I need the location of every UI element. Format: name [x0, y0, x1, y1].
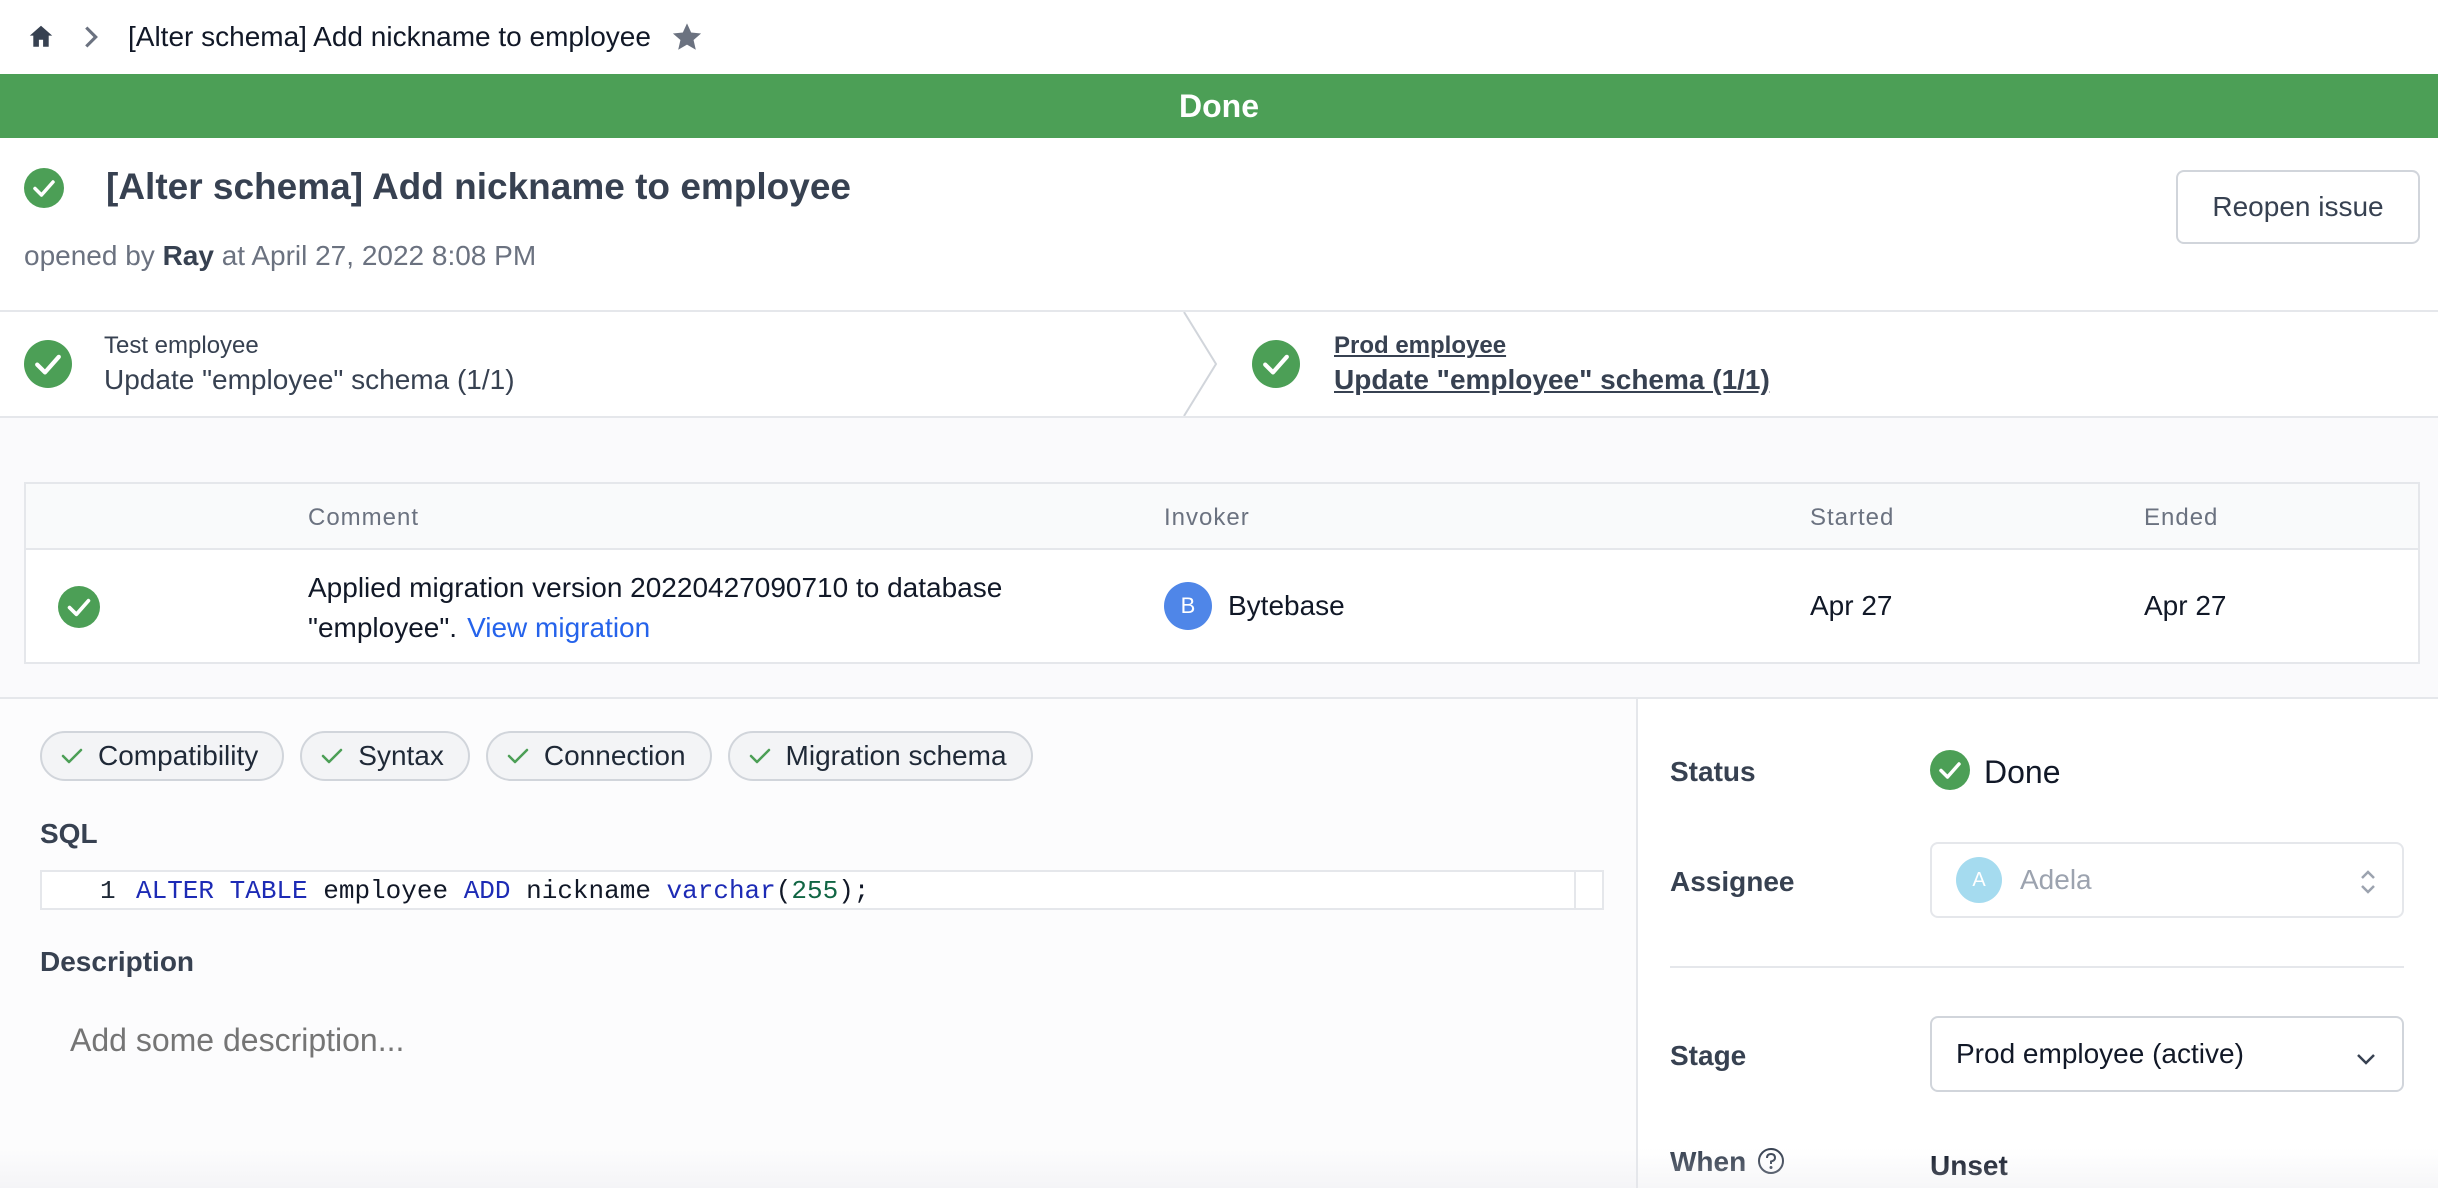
status-label: Status: [1670, 756, 1756, 787]
check-circle-icon: [1930, 750, 1970, 795]
checkmark-icon: [60, 746, 84, 766]
assignee-select[interactable]: A Adela: [1930, 842, 2404, 918]
started-time: Apr 27: [1810, 590, 1893, 621]
check-syntax[interactable]: Syntax: [300, 731, 470, 781]
line-number: 1: [100, 876, 116, 906]
stage-task-desc: Update "employee" schema (1/1): [104, 364, 515, 395]
column-header-comment: Comment: [308, 504, 420, 531]
reopen-issue-button[interactable]: Reopen issue: [2176, 170, 2420, 244]
assignee-label: Assignee: [1670, 866, 1795, 897]
invoker: B Bytebase: [1164, 582, 1345, 630]
opened-prefix: opened by: [24, 240, 155, 271]
status-value: Done: [1930, 750, 2061, 795]
stage-prod-employee[interactable]: Prod employee Update "employee" schema (…: [1252, 312, 2402, 416]
star-icon[interactable]: [669, 19, 705, 55]
sql-statement[interactable]: ALTER TABLE employee ADD nickname varcha…: [136, 876, 869, 906]
column-header-ended: Ended: [2144, 504, 2219, 531]
avatar: B: [1164, 582, 1212, 630]
check-circle-icon: [58, 586, 100, 633]
check-label: Connection: [543, 740, 686, 771]
check-circle-icon: [24, 340, 72, 393]
chevron-down-icon: [2354, 1044, 2378, 1076]
checkmark-icon: [748, 746, 772, 766]
when-label: When: [1670, 1146, 1747, 1177]
check-circle-icon: [1252, 340, 1300, 393]
breadcrumb: [Alter schema] Add nickname to employee: [0, 0, 2438, 74]
assignee-name: Adela: [2020, 864, 2092, 895]
stage-label: Stage: [1670, 1040, 1747, 1071]
stage-task-desc[interactable]: Update "employee" schema (1/1): [1334, 364, 1770, 396]
task-run-comment: Applied migration version 20220427090710…: [308, 568, 1068, 648]
check-connection[interactable]: Connection: [485, 731, 712, 781]
check-compatibility[interactable]: Compatibility: [40, 731, 285, 781]
stage-pipeline: Test employee Update "employee" schema (…: [0, 310, 2438, 418]
column-header-started: Started: [1810, 504, 1895, 531]
table-row: Applied migration version 20220427090710…: [26, 550, 2418, 664]
invoker-name: Bytebase: [1228, 590, 1345, 621]
check-label: Syntax: [358, 740, 444, 771]
stage-test-employee[interactable]: Test employee Update "employee" schema (…: [24, 312, 1174, 416]
checkmark-icon: [320, 746, 344, 766]
help-icon[interactable]: [1756, 1146, 1786, 1181]
issue-author[interactable]: Ray: [163, 240, 214, 271]
sql-label: SQL: [40, 818, 98, 849]
check-migration-schema[interactable]: Migration schema: [727, 731, 1033, 781]
check-label: Migration schema: [785, 740, 1007, 771]
description-input[interactable]: [40, 1000, 1540, 1080]
issue-title[interactable]: [Alter schema] Add nickname to employee: [106, 166, 851, 208]
task-checks: Compatibility Syntax Connection Migratio…: [40, 731, 1033, 781]
view-migration-link[interactable]: View migration: [467, 612, 650, 643]
sidebar-divider: [1670, 966, 2404, 968]
status-text: Done: [1984, 754, 2061, 790]
avatar: A: [1956, 857, 2002, 903]
breadcrumb-issue-title: [Alter schema] Add nickname to employee: [128, 21, 651, 52]
table-header: Comment Invoker Started Ended: [26, 484, 2418, 550]
comment-text: Applied migration version 20220427090710…: [308, 572, 1003, 643]
opened-suffix: at April 27, 2022 8:08 PM: [221, 240, 537, 271]
issue-header: [Alter schema] Add nickname to employee …: [0, 138, 2438, 310]
selector-icon: [2358, 866, 2378, 903]
stage-select-value: Prod employee (active): [1956, 1038, 2244, 1069]
checkmark-icon: [506, 746, 530, 766]
status-banner: Done: [0, 74, 2438, 138]
sql-editor[interactable]: 1 ALTER TABLE employee ADD nickname varc…: [40, 870, 1604, 910]
stage-name: Test employee: [104, 332, 259, 359]
done-check-icon: [24, 168, 64, 213]
editor-scrollbar[interactable]: [1574, 872, 1602, 908]
column-header-invoker: Invoker: [1164, 504, 1250, 531]
description-label: Description: [40, 946, 195, 977]
ended-time: Apr 27: [2144, 590, 2227, 621]
issue-meta: opened by Ray at April 27, 2022 8:08 PM: [24, 240, 536, 272]
stage-select[interactable]: Prod employee (active): [1930, 1016, 2404, 1092]
stage-divider: [1183, 312, 1218, 416]
stage-name: Prod employee: [1334, 332, 1507, 359]
chevron-right-icon: [76, 22, 106, 52]
home-icon[interactable]: [24, 20, 58, 54]
when-value[interactable]: Unset: [1930, 1150, 2008, 1182]
check-label: Compatibility: [98, 740, 259, 771]
task-run-table: Comment Invoker Started Ended Applied mi…: [24, 482, 2420, 664]
